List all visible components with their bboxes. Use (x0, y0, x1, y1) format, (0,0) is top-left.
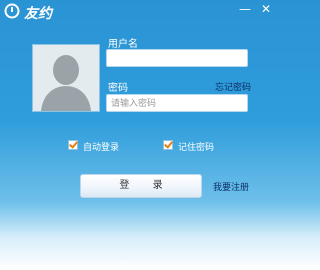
default-user-avatar-icon (33, 45, 99, 111)
avatar (32, 44, 100, 112)
close-button[interactable]: ✕ (259, 2, 273, 16)
remember-password-label: 记住密码 (178, 143, 215, 153)
password-label: 密码 (108, 83, 128, 94)
minimize-button[interactable]: — (238, 2, 252, 16)
app-title: 友约 (24, 6, 52, 22)
auto-login-label: 自动登录 (83, 143, 120, 153)
username-input[interactable] (106, 49, 248, 67)
password-input[interactable]: 请输入密码 (106, 94, 248, 112)
logo-icon (4, 3, 20, 19)
remember-password-checkbox[interactable] (163, 140, 173, 150)
auto-login-checkbox[interactable] (68, 140, 78, 150)
title-bar: 友约 — ✕ (0, 0, 280, 22)
forgot-password-link[interactable]: 忘记密码 (215, 80, 251, 93)
register-link[interactable]: 我要注册 (213, 180, 249, 193)
login-button[interactable]: 登 录 (80, 174, 202, 198)
username-label: 用户名 (108, 39, 138, 50)
